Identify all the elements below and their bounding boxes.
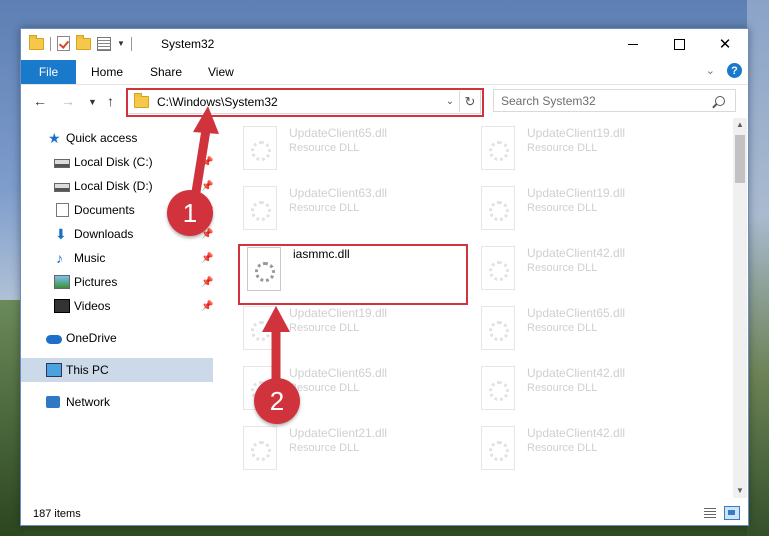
step-1-badge: 1 bbox=[167, 190, 213, 236]
arrow-step1-head bbox=[193, 106, 219, 134]
annotation-arrows bbox=[191, 106, 290, 380]
arrow-step1 bbox=[191, 129, 211, 193]
step-2-badge: 2 bbox=[254, 378, 300, 424]
arrow-step2-head bbox=[262, 306, 290, 332]
